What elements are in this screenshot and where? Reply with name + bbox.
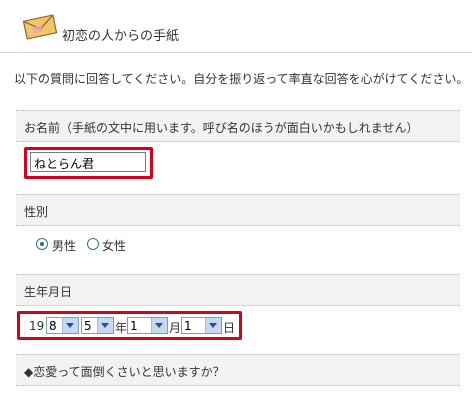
- gender-male-radio[interactable]: [36, 238, 48, 250]
- birth-year-suffix: 年: [115, 321, 128, 335]
- gender-female-radio[interactable]: [87, 238, 99, 250]
- birth-year-ones-select[interactable]: 5: [81, 317, 114, 334]
- gender-male-label: 男性: [52, 239, 77, 253]
- birth-day-select[interactable]: 1: [181, 317, 222, 334]
- name-section-header: お名前（手紙の文中に用います。呼び名のほうが面白いかもしれません）: [16, 110, 460, 142]
- birth-month-select[interactable]: 1: [127, 317, 168, 334]
- birth-month-suffix: 月: [169, 321, 182, 335]
- birth-year-ones-value: 5: [84, 319, 92, 333]
- birth-year-tens-select[interactable]: 8: [46, 317, 79, 334]
- gender-section-label: 性別: [24, 205, 49, 219]
- page-title: 初恋の人からの手紙: [62, 29, 180, 44]
- page-header: 初恋の人からの手紙: [0, 0, 472, 64]
- question-section-header: ◆恋愛って面倒くさいと思いますか？: [16, 354, 460, 386]
- birth-day-value: 1: [184, 319, 192, 333]
- name-input[interactable]: ねとらん君: [30, 152, 146, 172]
- birth-section-header: 生年月日: [16, 274, 460, 306]
- chevron-down-icon: [62, 318, 78, 333]
- birth-day-suffix: 日: [223, 321, 236, 335]
- gender-female-label: 女性: [102, 239, 127, 253]
- chevron-down-icon: [97, 318, 113, 333]
- birth-year-tens-value: 8: [49, 319, 57, 333]
- name-input-value: ねとらん君: [34, 157, 95, 171]
- chevron-down-icon: [205, 318, 221, 333]
- envelope-icon: [22, 14, 58, 40]
- birth-year-prefix: 19: [29, 319, 45, 333]
- birth-month-value: 1: [130, 319, 138, 333]
- chevron-down-icon: [151, 318, 167, 333]
- gender-section-header: 性別: [16, 194, 460, 226]
- intro-text: 以下の質問に回答してください。自分を振り返って率直な回答を心がけてください。: [14, 72, 469, 86]
- question-section-label: ◆恋愛って面倒くさいと思いますか？: [24, 365, 225, 379]
- header-divider: [0, 52, 472, 53]
- name-section-label: お名前（手紙の文中に用います。呼び名のほうが面白いかもしれません）: [24, 121, 419, 135]
- birth-section-label: 生年月日: [24, 285, 73, 299]
